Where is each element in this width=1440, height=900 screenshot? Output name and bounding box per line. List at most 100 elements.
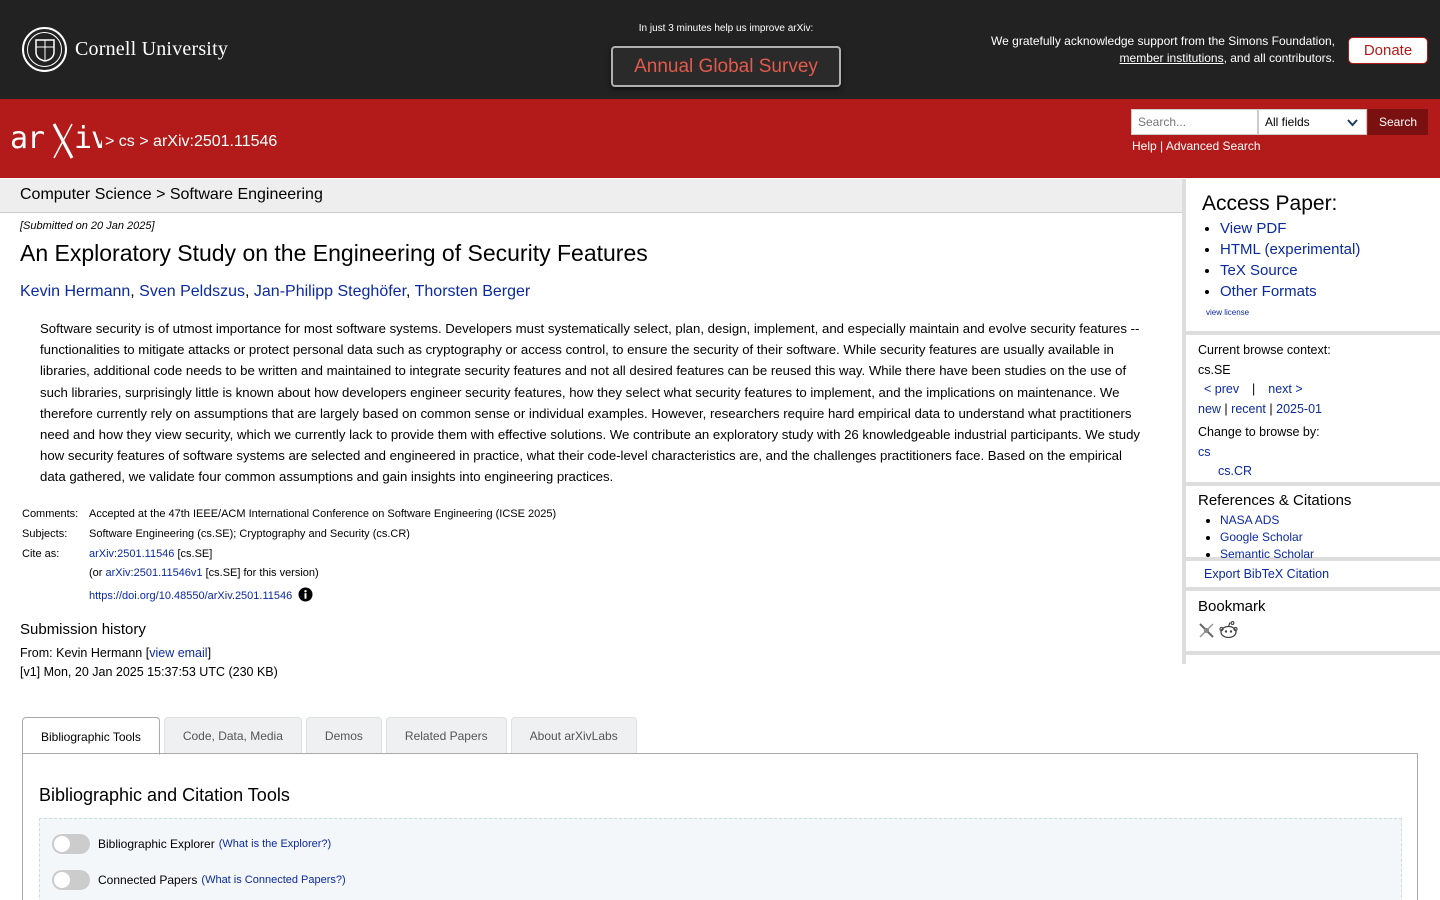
next-link[interactable]: next > [1268,382,1302,396]
cite-label: Cite as: [22,547,60,560]
breadcrumb-sep: > [139,133,149,150]
explorer-label: Bibliographic Explorer [98,837,215,851]
browse-cs-link[interactable]: cs [1198,445,1211,459]
search-button[interactable]: Search [1368,109,1428,135]
html-link[interactable]: HTML (experimental) [1220,241,1360,258]
divider: | [1160,139,1164,153]
category-bar: Computer Science > Software Engineering [0,179,1182,213]
access-paper-box: Access Paper: View PDF HTML (experimenta… [1186,179,1440,335]
breadcrumb-cs[interactable]: cs [119,133,135,150]
cite-tag: [cs.SE] [174,547,213,560]
other-formats-link[interactable]: Other Formats [1220,283,1317,300]
explorer-row: Bibliographic Explorer (What is the Expl… [52,834,331,854]
bibsonomy-icon[interactable] [1198,623,1215,643]
svg-text:ar: ar [10,121,44,156]
bookmark-title: Bookmark [1198,598,1266,615]
bibtex-box: Export BibTeX Citation [1186,561,1440,591]
view-license-link[interactable]: view license [1206,308,1249,317]
tab-about-arxivlabs[interactable]: About arXivLabs [510,717,637,754]
author-sep: , [406,283,415,300]
view-pdf-link[interactable]: View PDF [1220,220,1286,237]
doi-row: https://doi.org/10.48550/arXiv.2501.1154… [20,587,558,607]
breadcrumb-paper-id: arXiv:2501.11546 [153,133,278,150]
doi-link[interactable]: https://doi.org/10.48550/arXiv.2501.1154… [89,590,292,602]
author-sep: , [245,283,254,300]
comments-row: Comments: Accepted at the 47th IEEE/ACM … [20,508,558,528]
recent-link[interactable]: recent [1231,402,1266,416]
connected-papers-label: Connected Papers [98,873,198,887]
labs-tabs: Bibliographic Tools Code, Data, Media De… [22,717,641,755]
advanced-search-link[interactable]: Advanced Search [1166,139,1261,153]
author-sep: , [130,283,140,300]
support-text: We gratefully acknowledge support from t… [991,33,1335,67]
author-link[interactable]: Sven Peldszus [139,283,245,300]
prev-link[interactable]: < prev [1204,382,1239,396]
divider: | [1252,382,1256,396]
sidebar: Access Paper: View PDF HTML (experimenta… [1182,179,1440,664]
top-banner: Cornell University In just 3 minutes hel… [0,0,1440,99]
nasa-ads-link[interactable]: NASA ADS [1220,513,1279,527]
subjects-row: Subjects: Software Engineering (cs.SE); … [20,528,558,548]
chevron-down-icon [1347,119,1358,127]
search-input[interactable] [1131,109,1258,135]
help-link[interactable]: Help [1132,139,1157,153]
google-scholar-link[interactable]: Google Scholar [1220,530,1303,544]
explorer-help-link[interactable]: (What is the Explorer?) [219,838,331,850]
author-link[interactable]: Jan-Philipp Steghöfer [254,283,406,300]
member-institutions-link[interactable]: member institutions [1120,51,1224,65]
tab-code-data-media[interactable]: Code, Data, Media [163,717,302,754]
new-link[interactable]: new [1198,402,1221,416]
survey-button[interactable]: Annual Global Survey [611,46,841,87]
connected-papers-row: Connected Papers (What is Connected Pape… [52,870,346,890]
tab-related-papers[interactable]: Related Papers [385,717,507,754]
paper-title: An Exploratory Study on the Engineering … [20,240,648,266]
cite-id-link[interactable]: arXiv:2501.11546 [89,548,174,560]
support-line1: We gratefully acknowledge support from t… [991,34,1335,48]
bookmark-box: Bookmark [1186,591,1440,655]
author-list: Kevin Hermann, Sven Peldszus, Jan-Philip… [20,283,530,301]
comments-value: Accepted at the 47th IEEE/ACM Internatio… [89,508,557,520]
metadata-table: Comments: Accepted at the 47th IEEE/ACM … [20,508,558,607]
cornell-name: Cornell University [75,38,229,60]
browse-cscr-link[interactable]: cs.CR [1218,464,1252,478]
cite-version-link[interactable]: arXiv:2501.11546v1 [106,567,203,579]
connected-papers-toggle[interactable] [52,870,90,890]
references-box: References & Citations NASA ADS Google S… [1186,486,1440,561]
reddit-icon[interactable] [1219,621,1239,643]
browse-context-box: Current browse context: cs.SE < prev | n… [1186,335,1440,486]
comments-label: Comments: [22,508,79,520]
tool-box: Bibliographic Explorer (What is the Expl… [39,818,1402,900]
month-link[interactable]: 2025-01 [1276,402,1322,416]
breadcrumb: > cs > arXiv:2501.11546 [105,133,277,151]
prev-next-nav: < prev | next > [1198,380,1440,400]
semantic-scholar-link[interactable]: Semantic Scholar [1220,547,1314,561]
search-field-select[interactable]: All fields [1258,109,1367,135]
from-prefix: From: Kevin Hermann [ [20,646,150,660]
submission-date: [Submitted on 20 Jan 2025] [20,220,155,232]
tex-source-link[interactable]: TeX Source [1220,262,1298,279]
subjects-label: Subjects: [22,527,68,540]
author-link[interactable]: Kevin Hermann [20,283,130,300]
tab-demos[interactable]: Demos [305,717,382,754]
donate-button[interactable]: Donate [1348,37,1428,64]
connected-papers-help-link[interactable]: (What is Connected Papers?) [201,874,345,886]
change-browse-label: Change to browse by: [1198,425,1320,439]
version-v1: [v1] Mon, 20 Jan 2025 15:37:53 UTC (230 … [20,665,278,679]
explorer-toggle[interactable] [52,834,90,854]
tab-bibliographic-tools[interactable]: Bibliographic Tools [22,717,160,755]
cite-row: Cite as: arXiv:2501.11546 [cs.SE] [20,548,558,568]
divider: | [1269,401,1273,416]
abstract: Software security is of utmost importanc… [40,321,1141,485]
cite-version-rest: [cs.SE] for this version) [202,567,319,580]
tab-panel: Bibliographic and Citation Tools Bibliog… [22,753,1418,900]
arxiv-logo[interactable]: ar iv [10,120,109,165]
breadcrumb-sep: > [105,133,115,150]
access-paper-title: Access Paper: [1202,192,1338,215]
help-links: Help | Advanced Search [1132,139,1261,153]
author-link[interactable]: Thorsten Berger [415,283,531,300]
info-icon[interactable] [298,587,313,605]
panel-title: Bibliographic and Citation Tools [39,785,290,805]
svg-text:iv: iv [74,121,102,156]
export-bibtex-link[interactable]: Export BibTeX Citation [1204,567,1329,581]
view-email-link[interactable]: view email [149,646,207,660]
